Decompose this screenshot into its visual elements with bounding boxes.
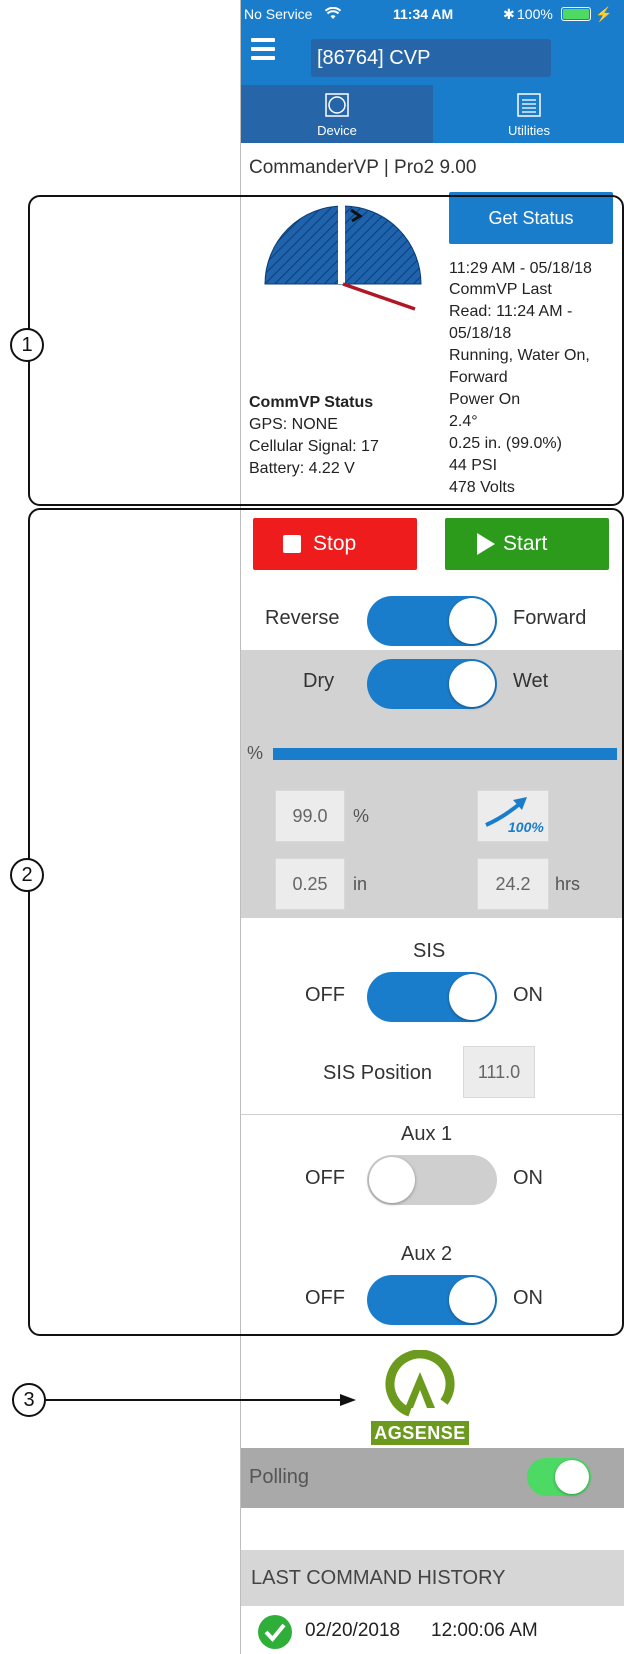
device-icon (325, 93, 349, 117)
callout-2: 2 (10, 858, 44, 892)
tab-device[interactable]: Device (241, 85, 433, 143)
polling-toggle[interactable] (527, 1458, 591, 1496)
device-selector[interactable]: [86764] CVP (311, 39, 551, 77)
callout-3-arrow (44, 1394, 356, 1406)
tab-utilities[interactable]: Utilities (433, 85, 624, 143)
status-bar: No Service 11:34 AM ✱ 100% ⚡ (241, 0, 624, 28)
tab-utilities-label: Utilities (508, 123, 550, 138)
callout-1: 1 (10, 328, 44, 362)
bluetooth-icon: ✱ (503, 6, 515, 22)
callout-3: 3 (12, 1383, 46, 1417)
clock-text: 11:34 AM (393, 6, 454, 22)
tab-bar: Device Utilities (241, 85, 624, 143)
annotation-box-status (28, 195, 624, 506)
tab-device-label: Device (317, 123, 357, 138)
polling-label: Polling (249, 1466, 310, 1488)
battery-icon (561, 7, 591, 21)
app-header: [86764] CVP (241, 28, 624, 85)
agsense-logo (385, 1350, 455, 1418)
history-row[interactable]: 02/20/2018 12:00:06 AM (241, 1612, 624, 1654)
history-date: 02/20/2018 (305, 1620, 401, 1641)
wifi-icon (325, 7, 341, 19)
device-title: CommanderVP | Pro2 9.00 (249, 157, 477, 178)
list-icon (517, 93, 541, 117)
agsense-logo-text: AGSENSE (371, 1421, 469, 1445)
charging-icon: ⚡ (595, 6, 613, 22)
check-icon (258, 1615, 292, 1649)
carrier-text: No Service (244, 6, 313, 22)
history-time: 12:00:06 AM (431, 1620, 538, 1641)
history-title: LAST COMMAND HISTORY (251, 1567, 506, 1589)
annotation-box-controls (28, 508, 624, 1336)
menu-icon[interactable] (251, 38, 275, 60)
history-header: LAST COMMAND HISTORY (241, 1550, 624, 1606)
polling-row: Polling (241, 1448, 624, 1508)
battery-percent: 100% (517, 6, 553, 22)
